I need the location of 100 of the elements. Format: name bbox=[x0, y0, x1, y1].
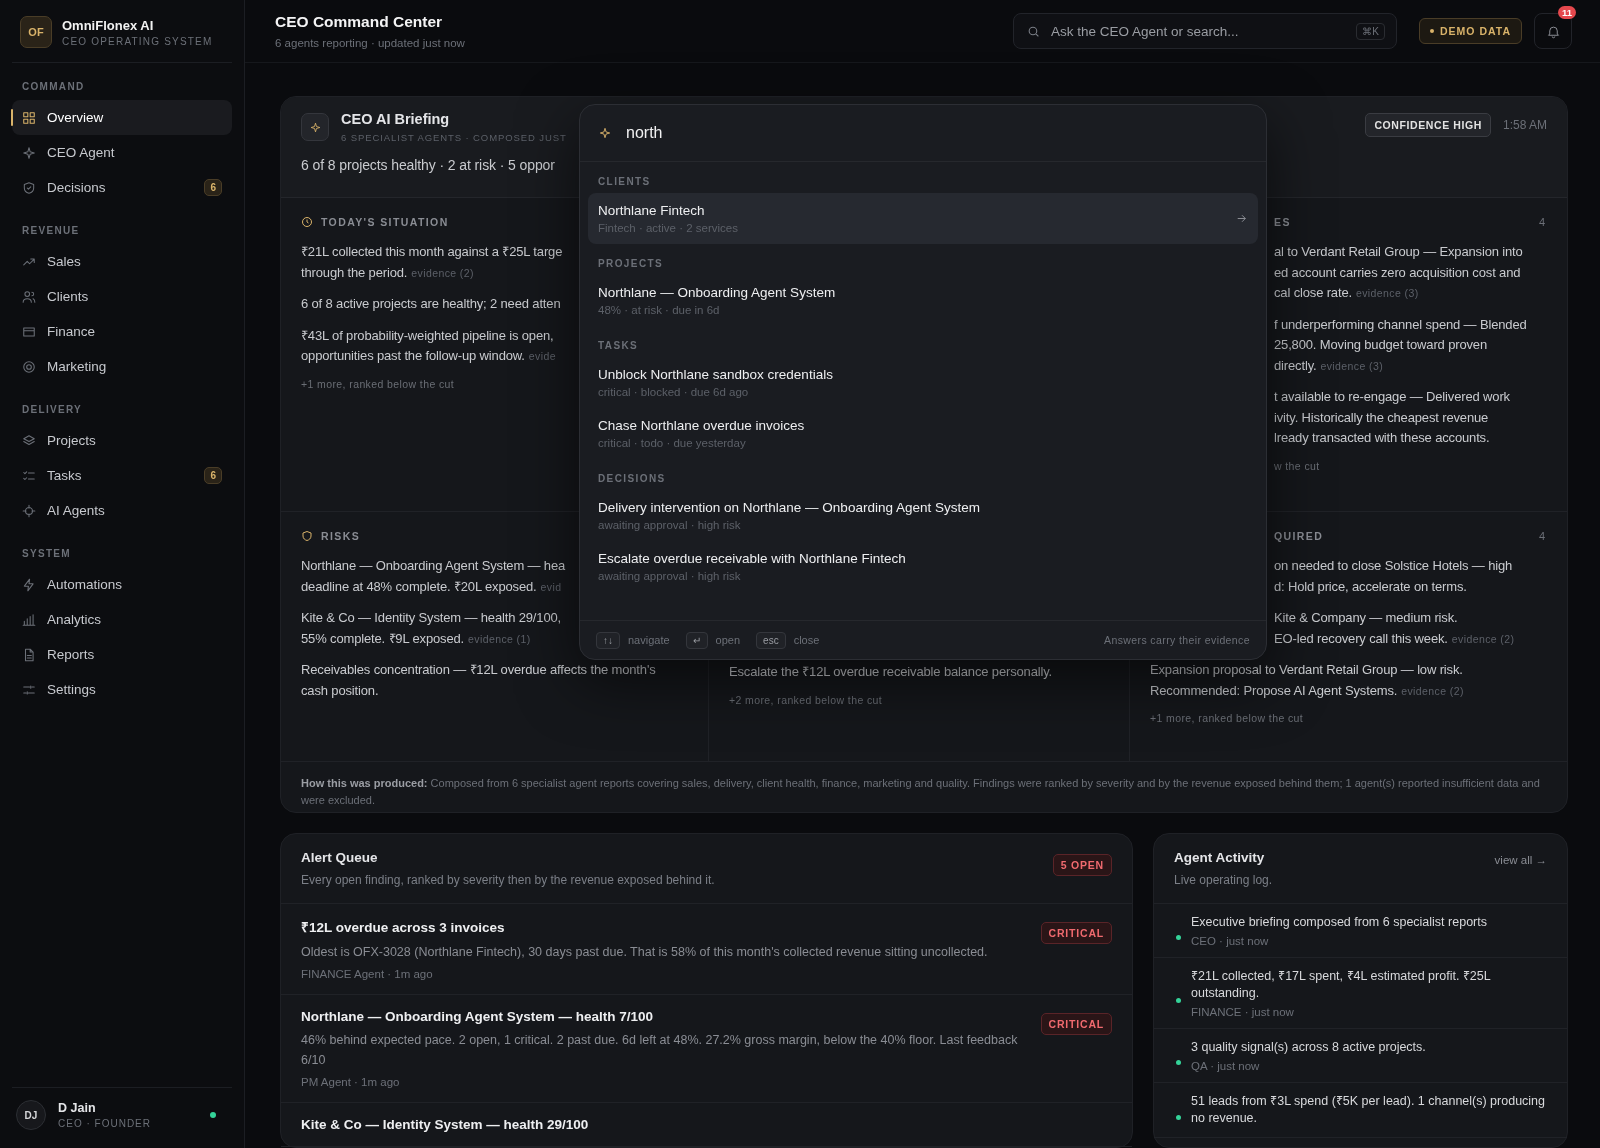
command-input[interactable]: north bbox=[626, 124, 1248, 142]
sidebar-item[interactable]: Tasks 6 bbox=[12, 458, 232, 493]
card-title: Alert Queue bbox=[301, 850, 379, 865]
crosshair-icon bbox=[22, 503, 36, 518]
section-heading: ES bbox=[1274, 216, 1291, 229]
alert-meta: FINANCE Agent · 1m ago bbox=[301, 968, 434, 980]
finding-text: t available to re-engage — Delivered work bbox=[1274, 389, 1510, 405]
sidebar-item[interactable]: Analytics bbox=[12, 602, 232, 637]
shield-icon bbox=[301, 530, 313, 543]
page-subtitle: 6 agents reporting · updated just now bbox=[275, 37, 466, 49]
sidebar-item[interactable]: Settings bbox=[12, 672, 232, 707]
sliders-icon bbox=[22, 682, 36, 697]
section-label: COMMAND bbox=[21, 80, 86, 94]
finding-text: Recommended: Propose AI Agent Systems. bbox=[1150, 682, 1398, 698]
finding-text: ₹21L collected this month against a ₹25L targe bbox=[301, 244, 563, 260]
activity-text: 3 quality signal(s) across 8 active projects. bbox=[1191, 1039, 1426, 1056]
sidebar-item[interactable]: Projects bbox=[12, 423, 232, 458]
methodology-note: How this was produced: Composed from 6 specialist agent reports covering sales, delivery, client health, finance, marketing and quality. Findings were ranked by severity and by the revenue exposed behind them; 1 agent(s) reported insufficient data and were excluded. bbox=[300, 776, 1541, 809]
sidebar-item[interactable]: CEO Agent bbox=[12, 135, 232, 170]
sidebar-item[interactable]: Sales bbox=[12, 244, 232, 279]
shortcut-key: ⌘K bbox=[1356, 23, 1385, 40]
finding-text: lready transacted with these accounts. bbox=[1274, 430, 1490, 446]
result-title: Northlane Fintech bbox=[598, 203, 706, 218]
finding-text: ₹43L of probability-weighted pipeline is open, bbox=[301, 327, 554, 343]
finding-text: f underperforming channel spend — Blended bbox=[1274, 316, 1527, 332]
result-title: Escalate overdue receivable with Northlane Fintech bbox=[598, 551, 906, 566]
more-note: +2 more, ranked below the cut bbox=[729, 693, 883, 706]
finding-text: Expansion proposal to Verdant Retail Group — low risk. bbox=[1150, 662, 1463, 678]
sidebar-item[interactable]: Overview bbox=[12, 100, 232, 135]
activity-meta: CEO · just now bbox=[1191, 935, 1270, 947]
view-all-link[interactable]: view all → bbox=[1494, 854, 1547, 866]
page-title: CEO Command Center bbox=[275, 13, 444, 31]
result-item[interactable]: Escalate overdue receivable with Northlane Fintech awaiting approval · high risk bbox=[588, 541, 1258, 592]
result-item[interactable]: Chase Northlane overdue invoices critical · todo · due yesterday bbox=[588, 408, 1258, 459]
activity-meta: QA · just now bbox=[1191, 1060, 1261, 1072]
grid-icon bbox=[22, 110, 36, 125]
briefing-summary: 6 of 8 projects healthy · 2 at risk · 5 oppor bbox=[301, 157, 556, 174]
result-title: Delivery intervention on Northlane — Onboarding Agent System bbox=[598, 500, 980, 515]
section-heading: TODAY'S SITUATION bbox=[321, 216, 449, 229]
bar-chart-icon bbox=[22, 612, 36, 627]
alert-description: 46% behind expected pace. 2 open, 1 critical. 2 past due. 6d left at 48%. 27.2% gross margin, below the 40% floor. Last feedback 6/10 bbox=[301, 1032, 1019, 1069]
sidebar-item[interactable]: Finance bbox=[12, 314, 232, 349]
result-title: Unblock Northlane sandbox credentials bbox=[598, 367, 833, 382]
card-subtitle: Live operating log. bbox=[1174, 873, 1273, 887]
sparkle-icon bbox=[22, 145, 36, 160]
finding-text: directly. bbox=[1274, 357, 1317, 373]
hint-label: close bbox=[793, 634, 820, 646]
section-count: 4 bbox=[1538, 530, 1545, 543]
sidebar-item[interactable]: Decisions 6 bbox=[12, 170, 232, 205]
activity-meta: FINANCE · just now bbox=[1191, 1006, 1295, 1018]
target-icon bbox=[22, 359, 36, 374]
brand-name: OmniFlonex AI bbox=[62, 17, 155, 33]
card-title: Agent Activity bbox=[1174, 850, 1266, 865]
section-label: DELIVERY bbox=[21, 403, 84, 417]
sparkle-icon bbox=[301, 113, 329, 142]
result-meta: critical · blocked · due 6d ago bbox=[598, 386, 750, 398]
finding-text: cash position. bbox=[301, 682, 379, 698]
result-item[interactable]: Unblock Northlane sandbox credentials critical · blocked · due 6d ago bbox=[588, 357, 1258, 408]
alert-item[interactable]: Kite & Co — Identity System — health 29/100 bbox=[281, 1103, 1132, 1147]
count-badge: 6 bbox=[204, 467, 222, 484]
finding-text: ivity. Historically the cheapest revenue bbox=[1274, 409, 1489, 425]
result-meta: critical · todo · due yesterday bbox=[598, 437, 747, 449]
finding-text: al to Verdant Retail Group — Expansion into bbox=[1274, 244, 1523, 260]
section-label: SYSTEM bbox=[21, 547, 72, 561]
logo-badge: OF bbox=[20, 16, 52, 48]
user-avatar[interactable]: DJ bbox=[16, 1100, 46, 1130]
clock-icon bbox=[301, 216, 313, 229]
sidebar-item[interactable]: AI Agents bbox=[12, 493, 232, 528]
finding-text: on needed to close Solstice Hotels — high bbox=[1274, 558, 1513, 574]
finding-text: Kite & Co — Identity System — health 29/100, bbox=[301, 610, 562, 626]
status-dot bbox=[1176, 1060, 1181, 1065]
group-label: TASKS bbox=[597, 339, 640, 353]
section-label: REVENUE bbox=[21, 224, 81, 238]
finding-text: Kite & Company — medium risk. bbox=[1274, 610, 1458, 626]
result-meta: 48% · at risk · due in 6d bbox=[598, 304, 721, 316]
count-badge: 6 bbox=[204, 179, 222, 196]
alert-meta: PM Agent · 1m ago bbox=[301, 1076, 401, 1088]
more-note: +1 more, ranked below the cut bbox=[301, 377, 455, 390]
result-item[interactable]: Delivery intervention on Northlane — Onboarding Agent System awaiting approval · high risk bbox=[588, 490, 1258, 541]
sidebar-item[interactable]: Clients bbox=[12, 279, 232, 314]
key-hint: ↑↓ bbox=[596, 631, 620, 649]
result-title: Chase Northlane overdue invoices bbox=[598, 418, 805, 433]
palette-note: Answers carry their evidence bbox=[1104, 634, 1250, 646]
finding-text: EO-led recovery call this week. bbox=[1274, 630, 1448, 646]
checklist-icon bbox=[22, 468, 36, 483]
layers-icon bbox=[22, 433, 36, 448]
key-hint: esc bbox=[756, 631, 786, 649]
alert-title: ₹12L overdue across 3 invoices bbox=[301, 919, 506, 936]
result-item[interactable]: Northlane — Onboarding Agent System 48% · at risk · due in 6d bbox=[588, 275, 1258, 326]
alert-item[interactable]: ₹12L overdue across 3 invoices Oldest is OFX-3028 (Northlane Fintech), 30 days past due. That is 58% of this month's collected revenue sitting uncollected. FINANCE Agent · 1m ago CRITICAL bbox=[281, 904, 1132, 995]
sidebar-item[interactable]: Marketing bbox=[12, 349, 232, 384]
sidebar-item[interactable]: Automations bbox=[12, 567, 232, 602]
status-dot bbox=[1176, 997, 1181, 1003]
finding-text: ed account carries zero acquisition cost and bbox=[1274, 264, 1521, 280]
briefing-title: CEO AI Briefing bbox=[341, 111, 451, 128]
open-count-badge: 5 OPEN bbox=[1052, 854, 1112, 876]
sidebar-item[interactable]: Reports bbox=[12, 637, 232, 672]
status-dot bbox=[1176, 1114, 1181, 1120]
activity-text: ₹21L collected, ₹17L spent, ₹4L estimated profit. ₹25L outstanding. bbox=[1191, 968, 1492, 1002]
finding-text: cal close rate. bbox=[1274, 285, 1352, 301]
